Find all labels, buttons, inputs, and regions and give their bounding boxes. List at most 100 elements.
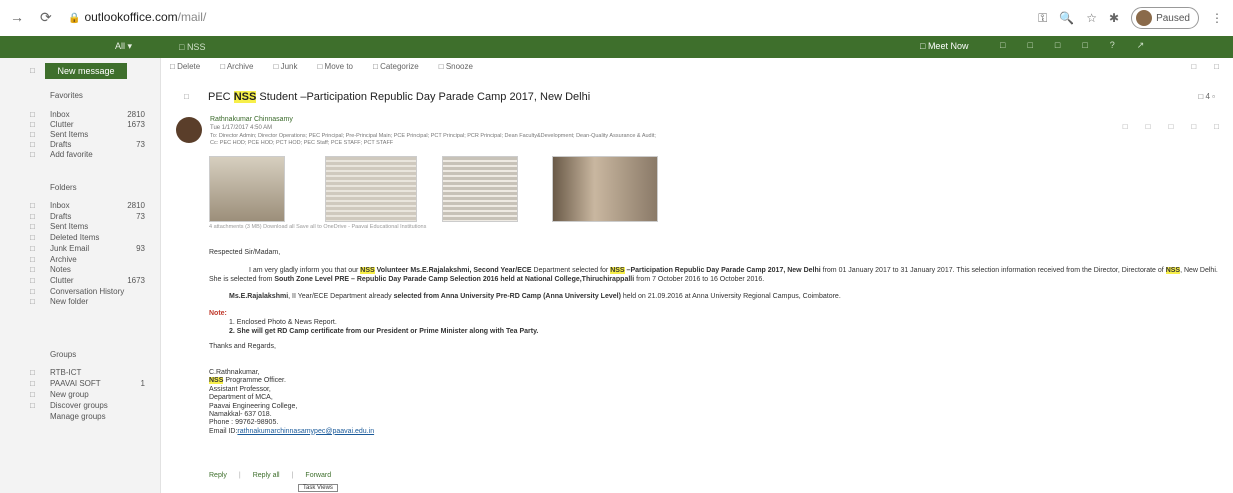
command-delete[interactable]: □ Delete — [170, 62, 210, 71]
reply-actions: Reply | Reply all | Forward — [209, 472, 332, 479]
folder-item[interactable]: Inbox 2810 — [50, 201, 145, 210]
emoji-icon[interactable]: □ — [1191, 122, 1196, 131]
folder-item[interactable]: Deleted Items — [50, 233, 145, 242]
folder-pane: □ New message Favorites □ Inbox 2810 □ Clutt… — [0, 58, 161, 493]
signature-line: Assistant Professor, — [209, 385, 271, 393]
email-link[interactable]: rathnakumarchinnasamypec@paavai.edu.in — [237, 428, 374, 435]
note-item-1: 1. Enclosed Photo & News Report. — [229, 319, 337, 326]
attachment-photo-1[interactable] — [209, 156, 285, 222]
forward-icon[interactable]: □ — [1168, 122, 1173, 131]
folder-icon: □ — [30, 233, 35, 243]
tooltip: Task Views — [298, 484, 338, 492]
folder-item[interactable]: Junk Email 93 — [50, 244, 145, 253]
folder-item[interactable]: Sent Items — [50, 222, 145, 231]
attachment-news-2[interactable] — [325, 156, 417, 222]
to-line: To: Director Admin; Director Operations;… — [210, 133, 656, 139]
menu-icon[interactable]: ⋮ — [1211, 11, 1223, 25]
group-item[interactable]: RTB-ICT — [50, 368, 145, 377]
command-snooze[interactable]: □ Snooze — [439, 62, 483, 71]
menu-toggle-icon[interactable]: □ — [30, 66, 35, 75]
group-icon: □ — [30, 368, 35, 377]
group-item[interactable]: Manage groups — [50, 412, 145, 421]
favorite-item[interactable]: Add favorite — [50, 150, 145, 159]
forward-icon[interactable]: → — [10, 9, 24, 25]
folder-item[interactable]: Clutter 1673 — [50, 276, 145, 285]
address-bar[interactable]: 🔒 outlookoffice.com/mail/ — [68, 10, 206, 24]
group-item[interactable]: New group — [50, 390, 145, 399]
undo-icon[interactable]: □ — [1191, 62, 1196, 71]
outlook-header: All ▾ □ NSS □ Meet Now □ □ □ □ ? ↗ — [0, 36, 1233, 58]
reload-icon[interactable]: ⟳ — [40, 9, 52, 26]
calendar-icon[interactable]: □ — [1027, 40, 1032, 51]
command-bar: □ Delete □ Archive □ Junk □ Move to □ Catego… — [170, 62, 493, 71]
feedback-icon[interactable]: ↗ — [1137, 40, 1145, 51]
search-scope-dropdown[interactable]: All ▾ — [115, 41, 132, 52]
folder-icon: □ — [30, 265, 35, 275]
favorites-header[interactable]: Favorites — [50, 91, 83, 100]
url-path: /mail/ — [177, 10, 207, 24]
attachment-photo-4[interactable] — [552, 156, 658, 222]
favorite-item[interactable]: Clutter 1673 — [50, 120, 145, 129]
signature-line: Phone : 99762-98905. — [209, 419, 279, 427]
folder-icon: □ — [30, 243, 35, 253]
new-message-button[interactable]: New message — [45, 63, 127, 79]
folders-header[interactable]: Folders — [50, 183, 77, 192]
view-icon[interactable]: □ — [1214, 62, 1219, 71]
folder-icon: □ — [30, 286, 35, 296]
attachment-news-3[interactable] — [442, 156, 518, 222]
folder-item[interactable]: Drafts 73 — [50, 212, 145, 221]
browser-toolbar: → ⟳ 🔒 outlookoffice.com/mail/ ⚿ 🔍 ☆ ✱ Pau… — [0, 0, 1233, 37]
command-categorize[interactable]: □ Categorize — [373, 62, 429, 71]
url-host: outlookoffice.com — [84, 10, 178, 24]
note-item-2: 2. She will get RD Camp certificate from… — [229, 328, 539, 335]
recipient-lines: To: Director Admin; Director Operations;… — [210, 133, 910, 147]
folder-icon: □ — [30, 211, 35, 221]
subject-select-icon[interactable]: □ — [184, 92, 189, 101]
search-input[interactable]: □ NSS — [175, 39, 779, 55]
email-subject: PEC NSS Student –Participation Republic … — [208, 91, 591, 103]
profile-paused-button[interactable]: Paused — [1131, 7, 1199, 29]
meet-now-button[interactable]: □ Meet Now — [920, 41, 968, 51]
zoom-icon[interactable]: 🔍 — [1059, 11, 1074, 25]
folder-item[interactable]: New folder — [50, 297, 145, 306]
favorite-item[interactable]: Sent Items — [50, 130, 145, 139]
cc-line: Cc: PEC HOD; PCE HOD; PCT HOD; PEC Staff… — [210, 140, 394, 146]
note-label: Note: — [209, 310, 227, 317]
settings-icon[interactable]: □ — [1082, 40, 1087, 51]
thread-count[interactable]: □ 4 ▫ — [1198, 92, 1215, 101]
forward-button[interactable]: Forward — [305, 472, 331, 479]
command-junk[interactable]: □ Junk — [274, 62, 308, 71]
command-archive[interactable]: □ Archive — [220, 62, 263, 71]
folder-item[interactable]: Archive — [50, 255, 145, 264]
skype-icon[interactable]: □ — [1000, 40, 1005, 51]
group-item[interactable]: PAAVAI SOFT 1 — [50, 379, 145, 388]
reply-icon[interactable]: □ — [1123, 122, 1128, 131]
group-icon: □ — [30, 379, 35, 388]
reply-all-button[interactable]: Reply all — [253, 472, 280, 479]
greeting: Respected Sir/Madam, — [209, 249, 281, 256]
sender-avatar[interactable] — [176, 117, 202, 143]
profile-avatar — [1136, 10, 1153, 26]
sender-name[interactable]: Rathnakumar Chinnasamy — [210, 116, 293, 123]
favorite-icon: □ — [30, 110, 35, 119]
key-icon[interactable]: ⚿ — [1038, 11, 1047, 26]
group-item[interactable]: Discover groups — [50, 401, 145, 410]
groups-header[interactable]: Groups — [50, 350, 76, 359]
email-body: Respected Sir/Madam, I am very gladly in… — [209, 248, 1219, 351]
folder-item[interactable]: Conversation History — [50, 287, 145, 296]
attachments-info[interactable]: 4 attachments (3 MB) Download all Save a… — [209, 224, 426, 230]
favorite-icon: □ — [30, 140, 35, 149]
folder-icon: □ — [30, 275, 35, 285]
favorite-item[interactable]: Inbox 2810 — [50, 110, 145, 119]
star-icon[interactable]: ☆ — [1086, 11, 1097, 25]
reply-button[interactable]: Reply — [209, 472, 227, 479]
favorite-item[interactable]: Drafts 73 — [50, 140, 145, 149]
help-icon[interactable]: ? — [1110, 40, 1115, 51]
reply-all-icon[interactable]: □ — [1146, 122, 1151, 131]
notification-icon[interactable]: □ — [1055, 40, 1060, 51]
more-icon[interactable]: □ — [1214, 122, 1219, 131]
folder-item[interactable]: Notes — [50, 265, 145, 274]
signature-line: Department of MCA, — [209, 394, 273, 402]
command-move-to[interactable]: □ Move to — [317, 62, 363, 71]
extensions-icon[interactable]: ✱ — [1109, 11, 1119, 25]
